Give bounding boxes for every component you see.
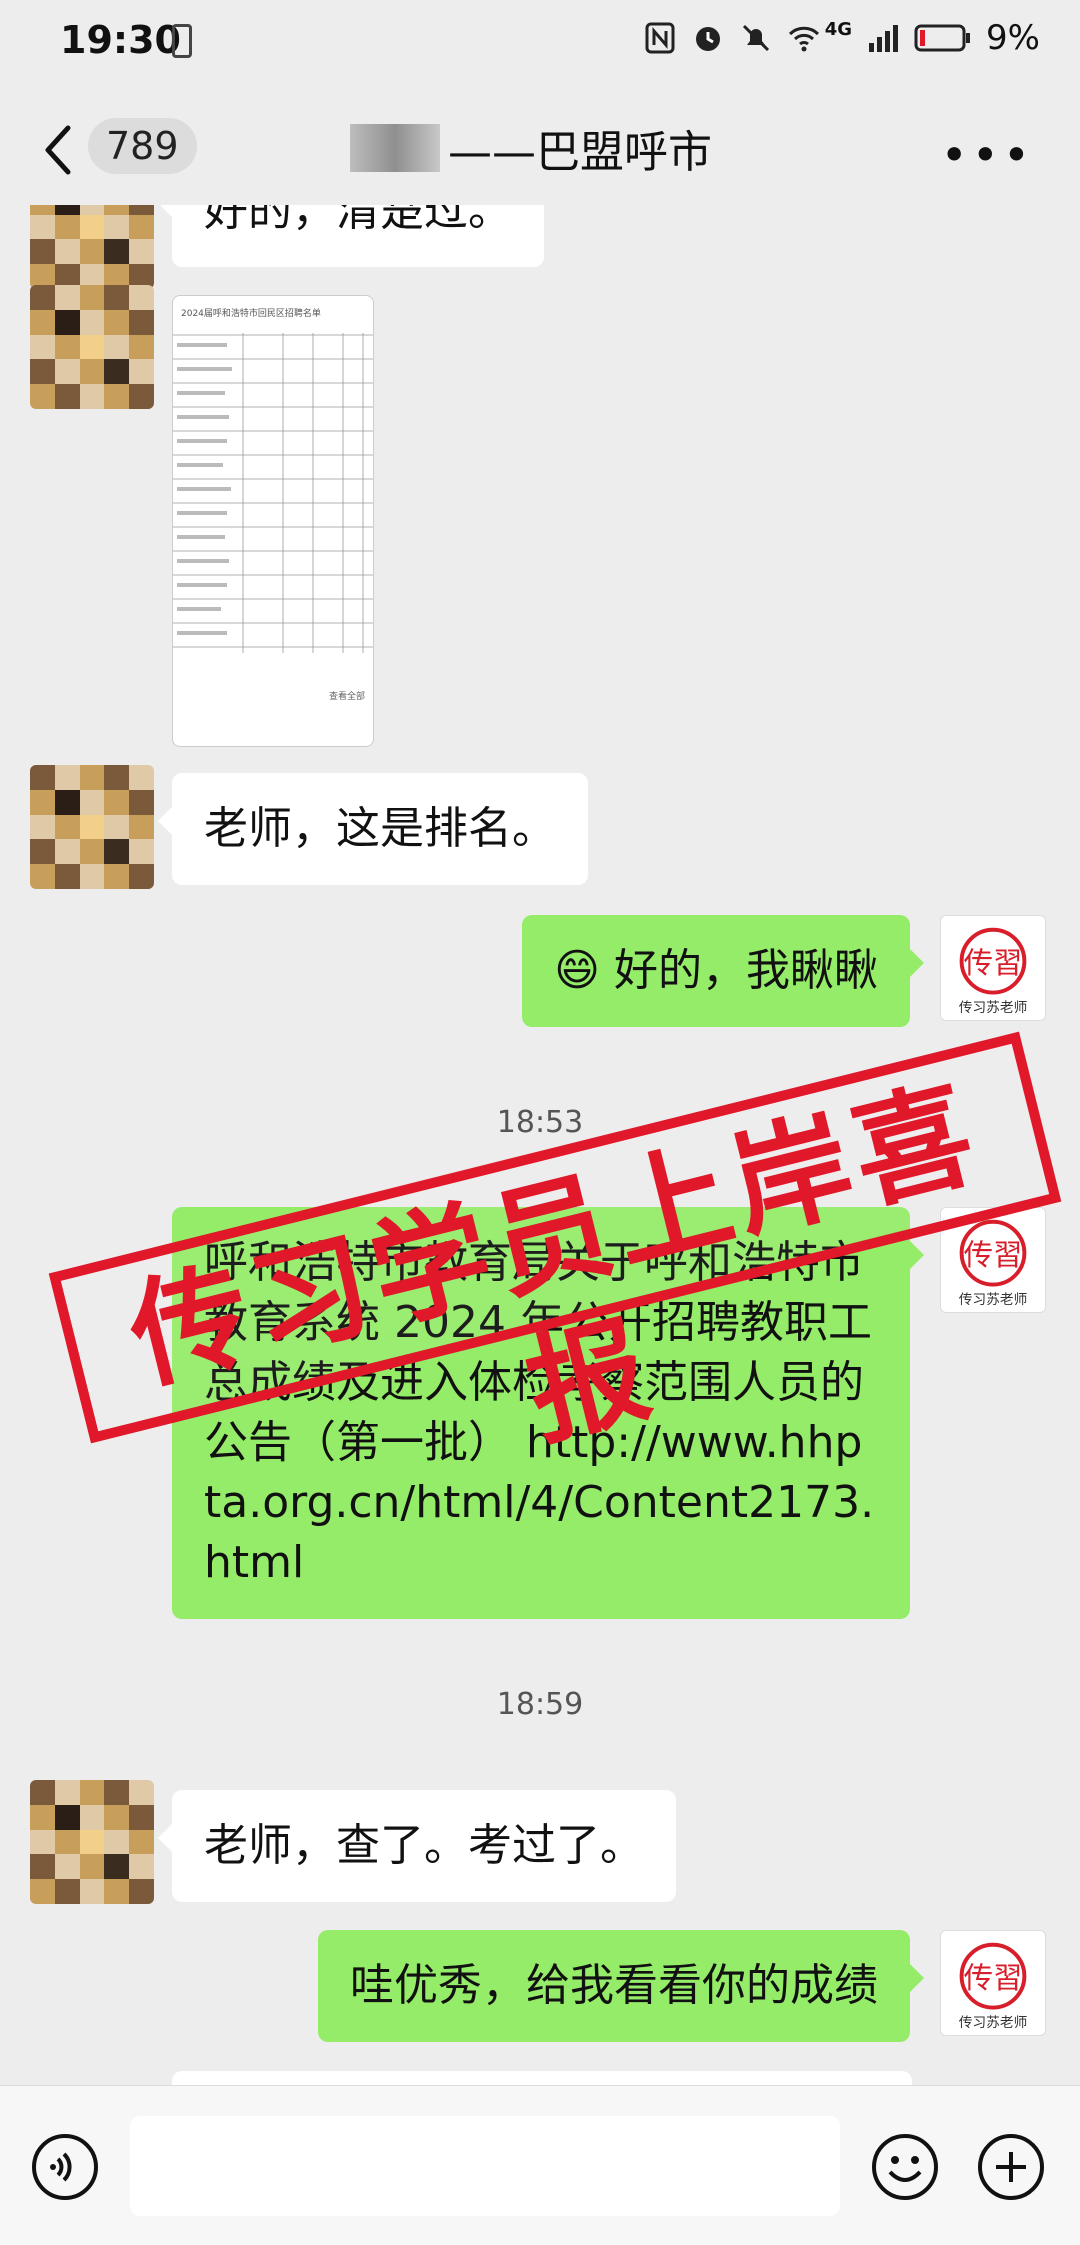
teacher-avatar[interactable]: 传習 传习苏老师 — [940, 1930, 1046, 2036]
svg-text:传習: 传習 — [964, 1961, 1023, 1995]
more-icon[interactable]: ••• — [941, 128, 1034, 182]
chat-title: ——巴盟呼市 — [350, 118, 712, 178]
message-bubble[interactable]: 哇优秀，给我看看你的成绩 — [318, 1930, 924, 2042]
battery-icon — [914, 24, 971, 52]
mute-icon — [742, 24, 769, 52]
unread-badge[interactable]: 789 — [88, 118, 197, 174]
back-icon[interactable] — [36, 120, 86, 180]
network-label: 4G — [824, 18, 853, 40]
avatar[interactable] — [30, 285, 154, 409]
status-icons: 4G 9% — [643, 18, 1040, 58]
status-bar: 19:30 4G 9% — [0, 0, 1080, 90]
timestamp: 18:59 — [496, 1687, 584, 1722]
message-bubble-partial[interactable] — [172, 2071, 912, 2085]
message-input[interactable] — [130, 2116, 840, 2216]
voice-icon[interactable] — [30, 2132, 100, 2202]
wifi-icon — [788, 26, 819, 52]
message-bubble[interactable]: 😄 好的，我瞅瞅 — [522, 915, 924, 1027]
battery-percent: 9% — [986, 18, 1040, 58]
plus-icon[interactable] — [976, 2132, 1046, 2202]
avatar[interactable] — [30, 205, 154, 289]
message-bubble[interactable]: 老师，这是排名。 — [158, 773, 588, 885]
status-time: 19:30 — [60, 18, 181, 62]
message-bubble[interactable]: 好的，清楚过。 — [158, 205, 544, 267]
blurred-name — [350, 124, 440, 172]
image-message[interactable]: 2024届呼和浩特市回民区招聘名单 查看全部 — [172, 295, 374, 747]
svg-text:传習: 传習 — [964, 1238, 1023, 1272]
chat-title-text: ——巴盟呼市 — [448, 127, 712, 178]
teacher-label: 传习苏老师 — [959, 1000, 1028, 1016]
avatar[interactable] — [30, 1780, 154, 1904]
teacher-label: 传习苏老师 — [959, 1292, 1028, 1308]
input-bar — [0, 2085, 1080, 2245]
nfc-icon — [645, 22, 675, 54]
table-thumbnail — [173, 333, 373, 653]
teacher-avatar[interactable]: 传習 传习苏老师 — [940, 915, 1046, 1021]
alarm-icon — [695, 27, 720, 51]
emoji-icon[interactable] — [870, 2132, 940, 2202]
avatar[interactable] — [30, 765, 154, 889]
svg-text:传習: 传習 — [964, 946, 1023, 980]
message-bubble[interactable]: 老师，查了。考过了。 — [158, 1790, 676, 1902]
avatar[interactable] — [30, 2065, 154, 2085]
chat-header: 789 ——巴盟呼市 ••• — [0, 90, 1080, 205]
sim-icon — [172, 24, 192, 58]
teacher-label: 传习苏老师 — [959, 2015, 1028, 2031]
signal-icon — [869, 25, 899, 52]
image-footer: 查看全部 — [328, 692, 365, 702]
image-title: 2024届呼和浩特市回民区招聘名单 — [181, 309, 321, 319]
